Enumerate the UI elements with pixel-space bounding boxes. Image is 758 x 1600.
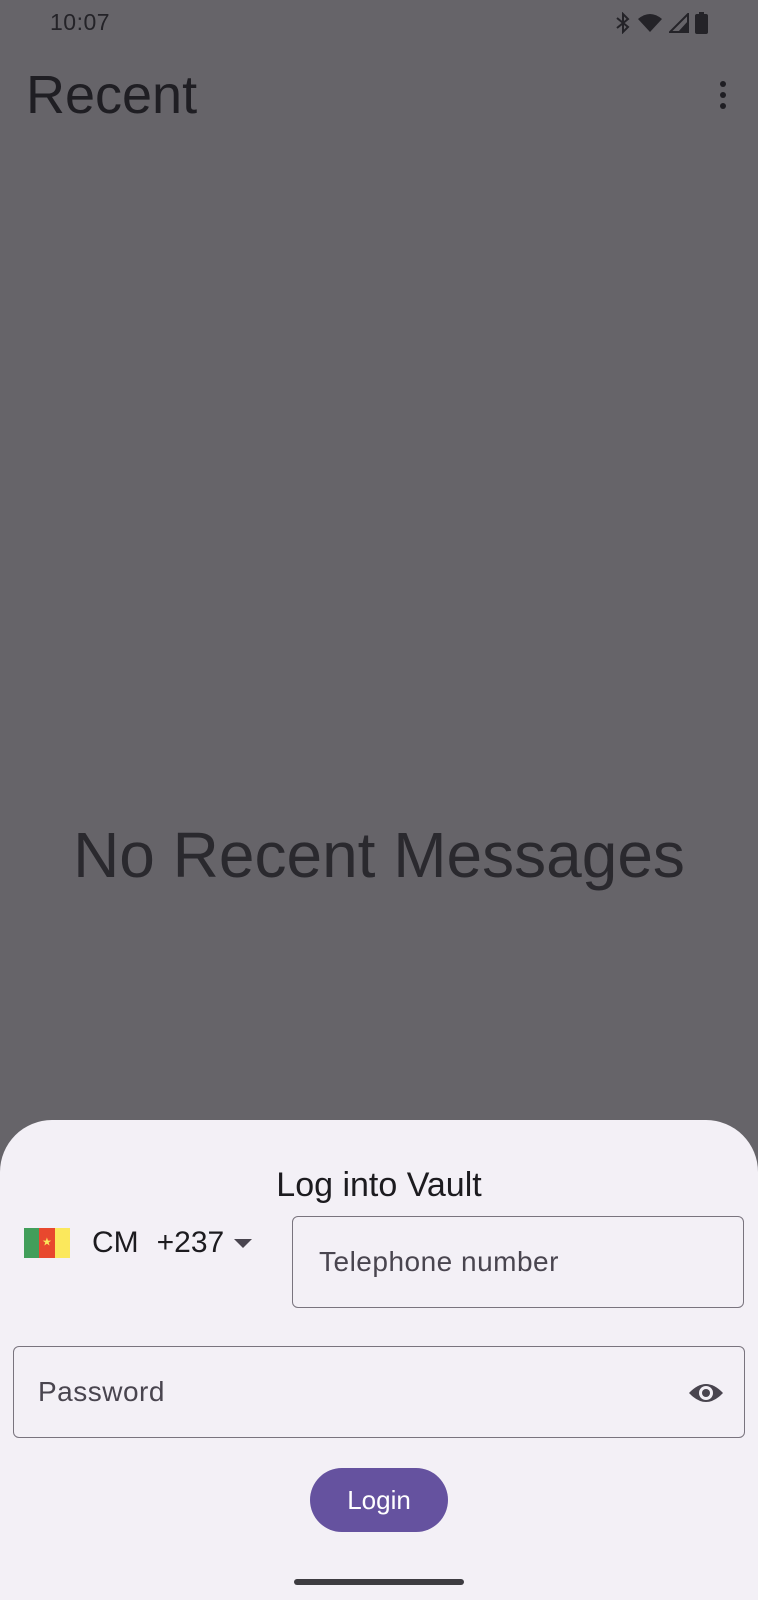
country-code: CM — [92, 1226, 139, 1259]
battery-icon — [695, 12, 708, 34]
telephone-field[interactable] — [292, 1216, 744, 1308]
dial-code: +237 — [156, 1226, 225, 1259]
bluetooth-icon — [615, 12, 631, 34]
eye-icon[interactable] — [688, 1375, 724, 1411]
telephone-input[interactable] — [293, 1217, 743, 1307]
status-bar: 10:07 — [0, 0, 758, 44]
more-vert-icon[interactable] — [706, 78, 740, 112]
login-bottom-sheet: Log into Vault ★ CM +237 Telephone numbe… — [0, 1120, 758, 1600]
empty-state-message: No Recent Messages — [73, 819, 685, 891]
status-icons — [615, 11, 708, 35]
login-button[interactable]: Login — [310, 1468, 448, 1532]
country-code-picker[interactable]: ★ CM +237 — [24, 1218, 264, 1268]
gesture-navigation-bar[interactable] — [294, 1579, 464, 1585]
status-time: 10:07 — [50, 9, 111, 35]
wifi-icon — [637, 12, 663, 34]
password-field[interactable] — [13, 1346, 745, 1438]
page-title: Recent — [26, 65, 198, 125]
sheet-title: Log into Vault — [276, 1166, 482, 1204]
screen: 10:07 Recent No Recent Messages Log into… — [0, 0, 758, 1600]
cell-signal-icon — [669, 13, 689, 33]
password-input[interactable] — [14, 1347, 744, 1437]
cameroon-flag-icon: ★ — [24, 1228, 70, 1258]
dropdown-arrow-icon — [234, 1238, 253, 1248]
